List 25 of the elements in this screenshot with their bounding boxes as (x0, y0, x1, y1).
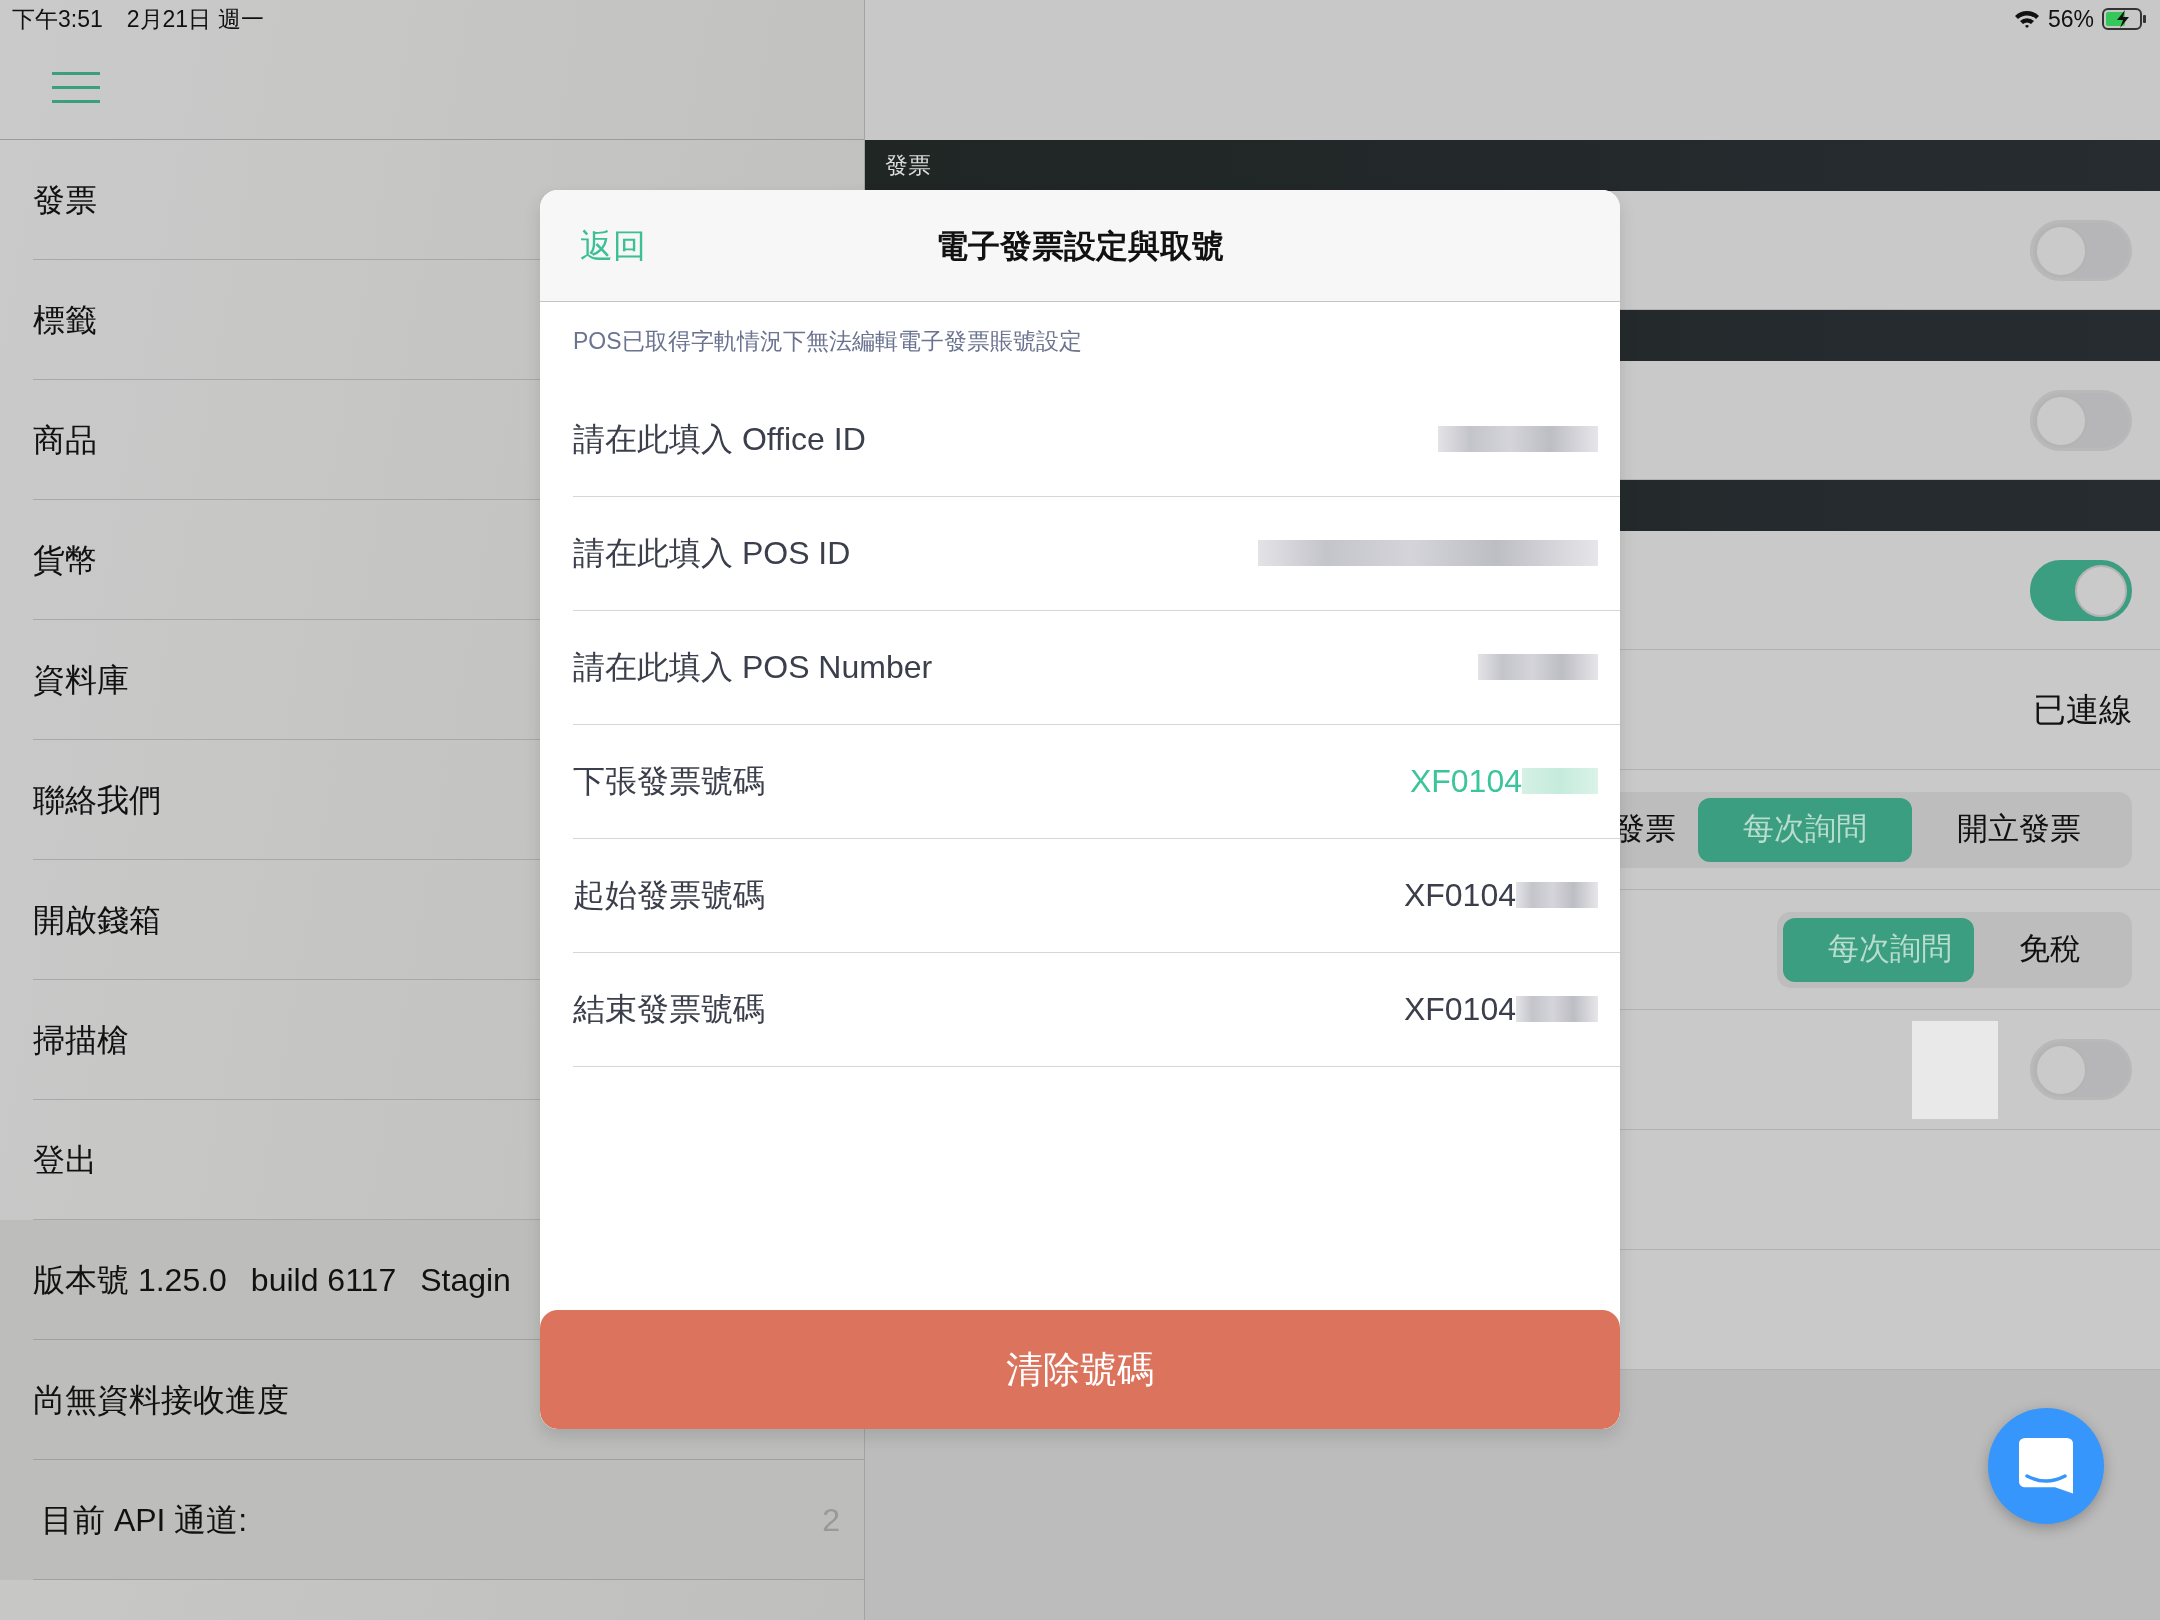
api-channel-label: 目前 API 通道: (41, 1500, 248, 1540)
toggle-switch[interactable] (2030, 559, 2132, 621)
version-text: 版本號 1.25.0 (33, 1260, 227, 1300)
field-value: XF0104 (1403, 990, 1516, 1029)
dialog-title: 電子發票設定與取號 (936, 226, 1224, 266)
version-text: Stagin (420, 1260, 511, 1300)
field-label: 請在此填入 POS ID (573, 534, 851, 573)
status-time: 下午3:51 (12, 4, 103, 34)
connection-status: 已連線 (2033, 689, 2132, 730)
field-label: 起始發票號碼 (573, 876, 765, 915)
field-label: 下張發票號碼 (573, 762, 765, 801)
menu-icon[interactable] (52, 72, 100, 104)
chat-icon (2019, 1438, 2073, 1494)
field-label: 請在此填入 Office ID (573, 420, 866, 459)
field-value: XF0104 (1403, 876, 1516, 915)
battery-percent: 56% (2047, 4, 2094, 34)
status-date: 2月21日 週一 (126, 4, 264, 34)
field-label: 結束發票號碼 (573, 990, 765, 1029)
progress-text: 尚無資料接收進度 (33, 1380, 289, 1420)
wifi-icon (2013, 9, 2040, 29)
version-text: build 6117 (250, 1260, 397, 1300)
section-header: 發票 (885, 151, 931, 181)
segment-option[interactable]: 開立發票 (1912, 797, 2126, 862)
segment-option[interactable]: 免稅 (1974, 917, 2126, 982)
field-value: XF0104 (1409, 762, 1522, 801)
